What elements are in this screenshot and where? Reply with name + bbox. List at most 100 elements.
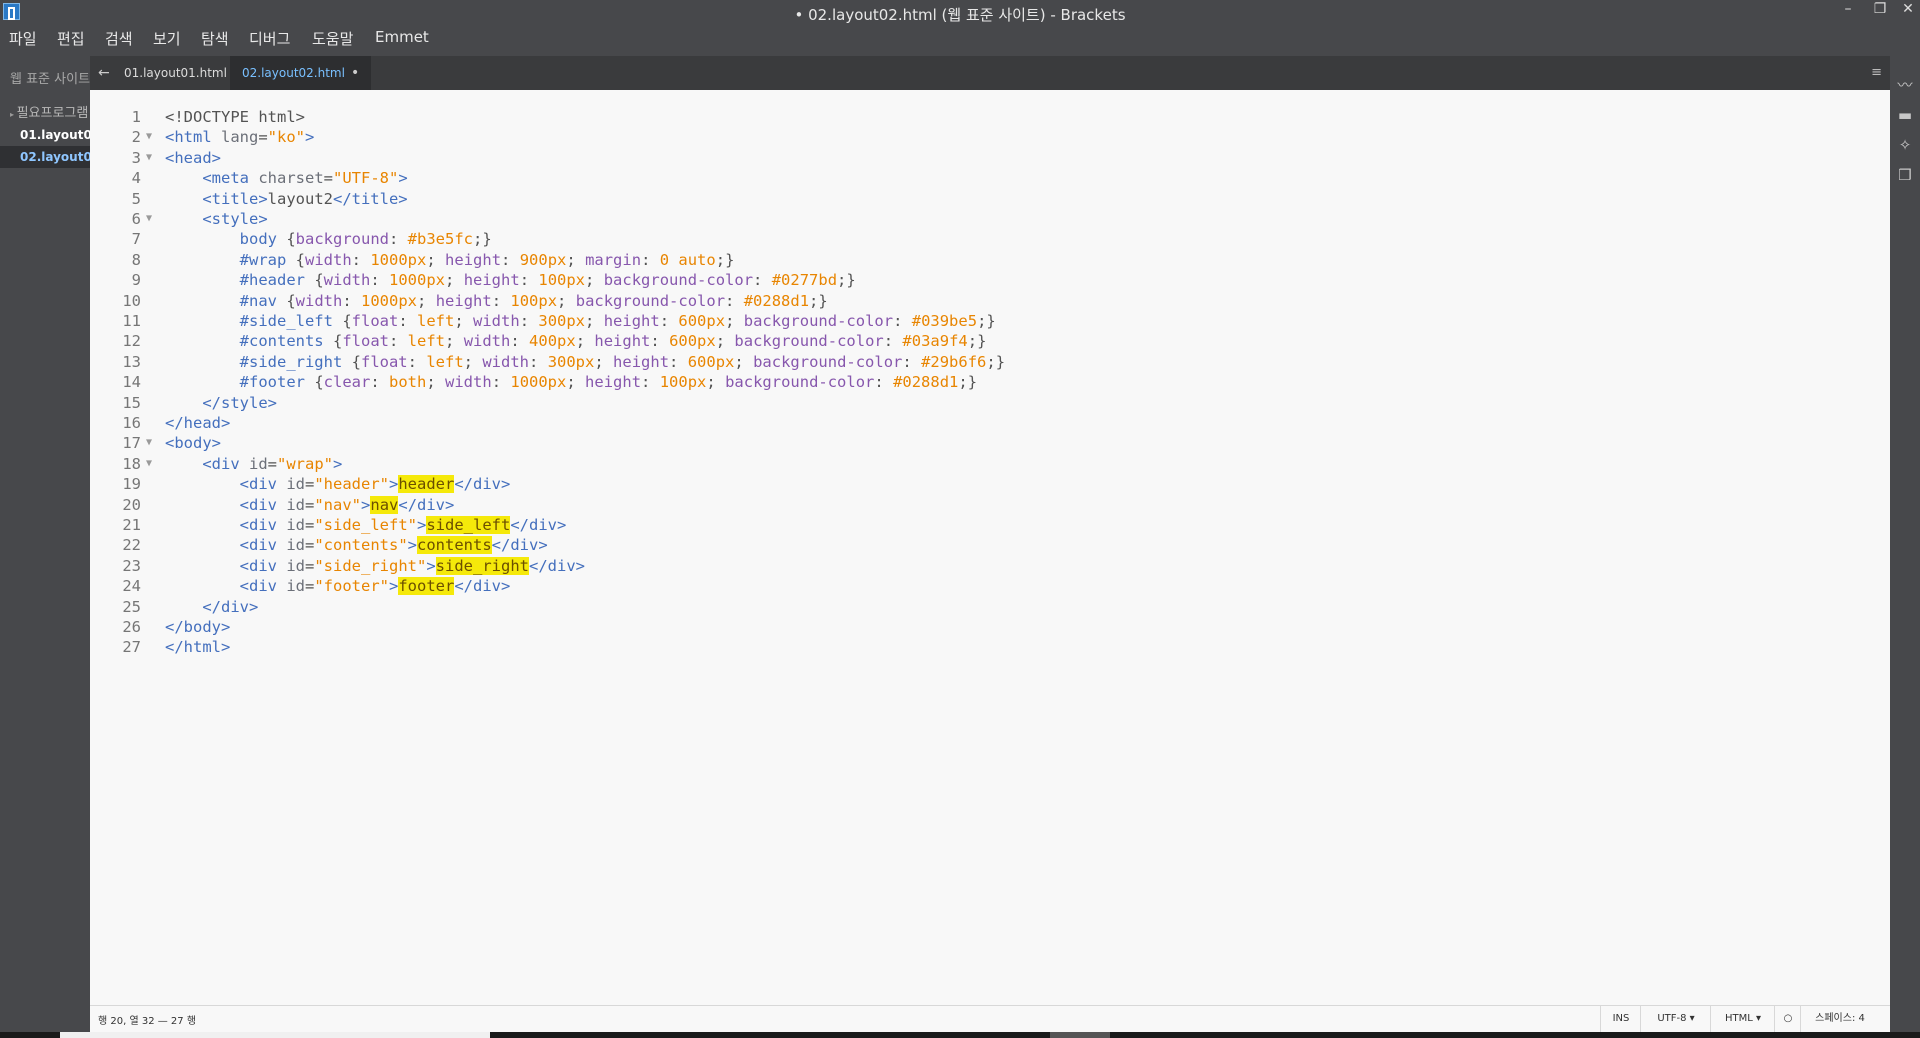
code-text: #footer {clear: both; width: 1000px; hei… (165, 372, 977, 392)
tab-bar: ← 01.layout01.html 02.layout02.html • ≡ (90, 56, 1890, 90)
folder-item[interactable]: ▸ 필요프로그램 (10, 102, 88, 121)
line-number: 11 (122, 312, 141, 330)
code-text: <div id="header">header</div> (165, 474, 510, 494)
fold-arrow-icon[interactable]: ▼ (146, 127, 152, 147)
code-token: height (603, 312, 660, 330)
linter-status-icon[interactable]: ○ (1774, 1006, 1801, 1032)
code-token: ; (473, 230, 483, 249)
encoding-select[interactable]: UTF-8 ▾ (1640, 1006, 1711, 1032)
menu-emmet[interactable]: Emmet (375, 28, 429, 46)
code-token: 1000px (361, 291, 418, 310)
tab-layout01[interactable]: 01.layout01.html (112, 56, 239, 90)
highlighted-token: side_left (426, 516, 511, 534)
indent-setting[interactable]: 스페이스: 4 (1800, 1006, 1879, 1032)
code-token: #03a9f4 (902, 332, 968, 351)
menu-file[interactable]: 파일 (9, 28, 37, 49)
menu-bar: 파일 편집 검색 보기 탐색 디버그 도움말 Emmet (0, 26, 1920, 56)
menu-help[interactable]: 도움말 (312, 28, 353, 49)
restore-button[interactable]: ❐ (1866, 0, 1894, 20)
highlighted-token: header (398, 475, 455, 494)
fold-arrow-icon[interactable]: ▼ (146, 148, 152, 168)
code-text: <div id="side_right">side_right</div> (165, 556, 585, 576)
code-token: </div> (491, 536, 548, 555)
taskbar-item (60, 1032, 490, 1038)
code-token: background-color (603, 271, 754, 290)
code-token: id (286, 536, 305, 555)
line-number: 27 (122, 638, 141, 657)
menu-debug[interactable]: 디버그 (249, 28, 290, 49)
tab-label: 01.layout01.html (124, 66, 227, 80)
code-token: } (986, 312, 996, 330)
minimize-button[interactable]: – (1834, 0, 1862, 20)
code-token: float (360, 352, 408, 371)
extension-manager-icon[interactable]: ▬ (1894, 104, 1916, 126)
code-token: id (249, 454, 268, 473)
code-token: > (333, 454, 343, 473)
file-item-layout02[interactable]: 02.layout02.html (0, 146, 90, 168)
code-token: 600px (669, 332, 716, 351)
menu-find[interactable]: 검색 (105, 28, 133, 49)
code-text: <div id="footer">footer</div> (165, 576, 510, 596)
code-token: ; (585, 271, 595, 290)
close-button[interactable]: ✕ (1894, 0, 1920, 20)
code-token: </title> (332, 189, 408, 208)
line-number: 18 (122, 454, 141, 473)
menu-edit[interactable]: 편집 (57, 28, 85, 49)
menu-navigate[interactable]: 탐색 (201, 28, 229, 49)
code-token: { (314, 271, 324, 290)
file-item-layout01[interactable]: 01.layout01.html (0, 124, 90, 146)
code-token: "header" (314, 475, 389, 494)
code-token: left (426, 352, 464, 371)
code-token: background (295, 230, 389, 249)
tab-layout02[interactable]: 02.layout02.html • (230, 56, 372, 90)
code-token: width (323, 271, 371, 290)
code-token: "footer" (314, 577, 389, 596)
file-compare-icon[interactable]: ❒ (1894, 164, 1916, 186)
back-arrow-icon[interactable]: ← (98, 56, 110, 90)
code-text: <body> (165, 433, 221, 453)
line-number: 24 (122, 577, 141, 596)
fold-arrow-icon[interactable]: ▼ (146, 209, 152, 229)
code-token: float (342, 332, 389, 351)
code-token: <div (239, 516, 287, 534)
panel-menu-icon[interactable]: ≡ (1871, 56, 1882, 90)
code-text: #nav {width: 1000px; height: 100px; back… (165, 291, 828, 311)
code-editor[interactable]: 1 <!DOCTYPE html> 2 ▼ <html lang="ko"> 3 ▼ <hea… (90, 90, 1890, 1005)
fold-arrow-icon[interactable]: ▼ (146, 433, 152, 453)
code-text: <!DOCTYPE html> (165, 107, 305, 127)
code-token: ; (977, 312, 987, 330)
code-token: width (463, 332, 511, 351)
code-token: : (398, 312, 417, 330)
code-token: ; (566, 250, 576, 269)
live-preview-icon[interactable]: 〰 (1894, 74, 1916, 96)
quick-edit-icon[interactable]: ✧ (1894, 134, 1916, 156)
code-token: "side_left" (314, 516, 417, 534)
project-title[interactable]: 웹 표준 사이트 (10, 68, 90, 87)
code-token: margin (585, 250, 642, 269)
line-number: 10 (122, 291, 141, 310)
code-token: id (286, 516, 305, 534)
code-token: } (725, 250, 735, 269)
code-token: = (323, 169, 333, 188)
code-token: body (239, 230, 287, 249)
ins-mode[interactable]: INS (1600, 1006, 1641, 1032)
title-bar: • 02.layout02.html (웹 표준 사이트) - Brackets… (0, 0, 1920, 26)
code-token: ; (585, 312, 595, 330)
language-select[interactable]: HTML ▾ (1710, 1006, 1775, 1032)
code-token: { (342, 312, 352, 330)
fold-arrow-icon[interactable]: ▼ (146, 454, 152, 474)
code-token: : (641, 373, 660, 392)
code-token: : (902, 352, 922, 371)
line-number: 19 (122, 475, 141, 494)
code-token: layout2 (267, 189, 333, 208)
code-token: left (407, 332, 445, 351)
menu-view[interactable]: 보기 (153, 28, 181, 49)
code-text: #contents {float: left; width: 400px; he… (165, 331, 987, 351)
